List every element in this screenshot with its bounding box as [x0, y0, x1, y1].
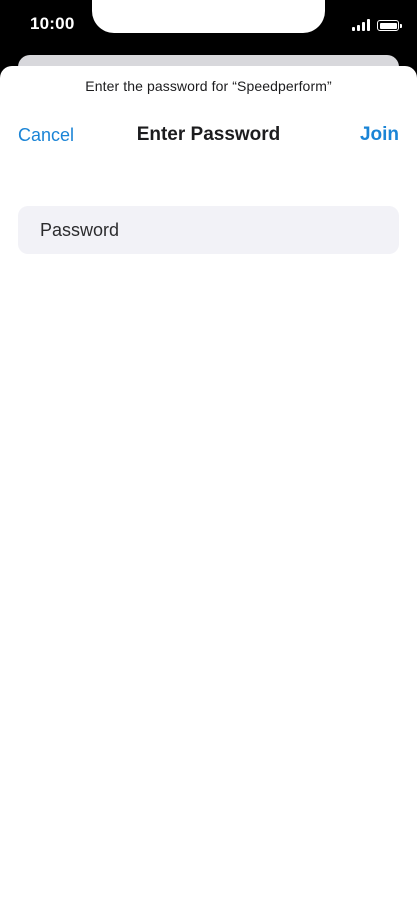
- password-field-container[interactable]: [18, 206, 399, 254]
- status-time: 10:00: [30, 14, 75, 33]
- password-sheet: Enter the password for “Speedperform” Ca…: [0, 66, 417, 905]
- status-icons: [352, 17, 402, 31]
- password-input[interactable]: [18, 206, 399, 254]
- page-title: Enter Password: [136, 124, 281, 145]
- device-notch: [92, 0, 325, 33]
- cellular-signal-icon: [352, 19, 370, 31]
- phone-screen: 10:00 Enter the password for “Speedperfo…: [0, 0, 417, 905]
- join-button[interactable]: Join: [360, 124, 399, 146]
- navigation-bar: Cancel Enter Password Join: [0, 122, 417, 150]
- battery-icon: [377, 20, 402, 31]
- sheet-prompt: Enter the password for “Speedperform”: [85, 78, 332, 94]
